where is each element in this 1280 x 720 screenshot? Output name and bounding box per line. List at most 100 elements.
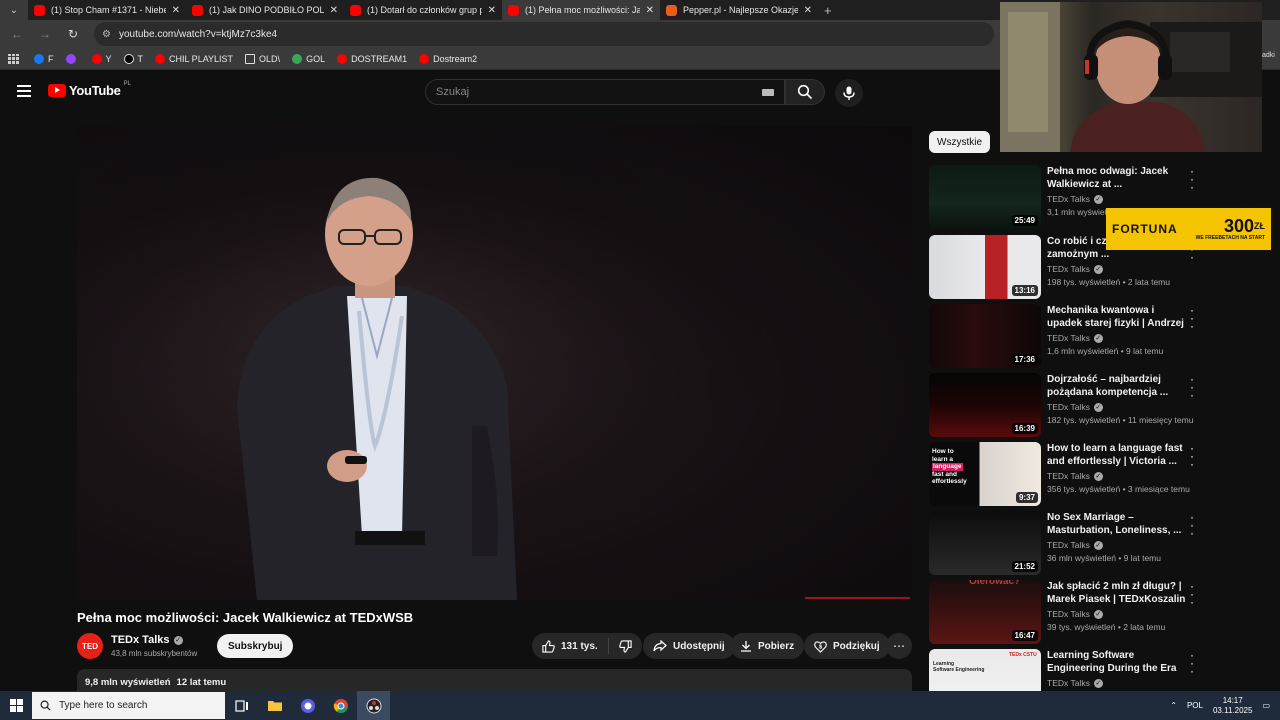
voice-search-button[interactable] — [835, 79, 863, 107]
recommended-video[interactable]: 17:36 Mechanika kwantowa i upadek starej … — [929, 304, 1199, 368]
ad-offer: 300ZŁ WE FREEBETACH NA START — [1196, 217, 1265, 241]
video-thumbnail[interactable]: Olerowac? 16:47 — [929, 580, 1041, 644]
bookmark-item[interactable]: Y — [91, 53, 112, 64]
thumbs-down-icon — [618, 639, 632, 653]
recommended-video-channel[interactable]: TEDx Talks ✓ — [1047, 333, 1103, 343]
recommended-video-channel[interactable]: TEDx Talks ✓ — [1047, 678, 1103, 688]
search-input[interactable] — [436, 86, 756, 98]
browser-tab[interactable]: Pepper.pl - Najlepsze Okazje, R ✕ — [660, 0, 818, 20]
more-vertical-icon[interactable]: ··· — [1187, 649, 1197, 677]
tab-close-icon[interactable]: ✕ — [646, 5, 654, 16]
bookmark-item[interactable]: T — [123, 53, 143, 64]
video-thumbnail[interactable]: 16:39 — [929, 373, 1041, 437]
reload-icon[interactable]: ↻ — [66, 27, 80, 41]
recommended-video-channel[interactable]: TEDx Talks ✓ — [1047, 609, 1103, 619]
recommended-video-title[interactable]: Learning Software Engineering During the… — [1047, 649, 1187, 675]
more-vertical-icon[interactable]: ··· — [1187, 373, 1197, 401]
recommended-video-channel[interactable]: TEDx Talks ✓ — [1047, 540, 1103, 550]
share-label: Udostępnij — [673, 640, 725, 652]
tab-title: (1) Pełna moc możliwości: Jacek — [525, 5, 640, 15]
tab-close-icon[interactable]: ✕ — [804, 5, 812, 16]
bookmark-label: F — [48, 53, 54, 64]
video-thumbnail[interactable]: 25:49 — [929, 165, 1041, 229]
recommended-video[interactable]: 21:52 No Sex Marriage – Masturbation, Lon… — [929, 511, 1199, 575]
bookmark-item[interactable] — [65, 53, 80, 64]
bookmark-item[interactable]: CHIL PLAYLIST — [155, 53, 233, 64]
recommended-video-title[interactable]: How to learn a language fast and effortl… — [1047, 442, 1187, 468]
recommended-video[interactable]: Olerowac? 16:47 Jak spłacić 2 mln zł długu… — [929, 580, 1199, 644]
recommended-video-title[interactable]: Jak spłacić 2 mln zł długu? | Marek Pias… — [1047, 580, 1187, 606]
recommended-channel-name: TEDx Talks — [1047, 264, 1090, 274]
bookmark-item[interactable]: OLD\ — [245, 53, 280, 64]
recommended-video-channel[interactable]: TEDx Talks ✓ — [1047, 471, 1103, 481]
recommended-video-channel[interactable]: TEDx Talks ✓ — [1047, 402, 1103, 412]
video-title: Pełna moc możliwości: Jacek Walkiewicz a… — [77, 610, 414, 625]
more-actions-button[interactable]: ⋯ — [886, 633, 912, 659]
video-player[interactable] — [77, 126, 912, 600]
search-icon — [797, 84, 813, 100]
more-vertical-icon[interactable]: ··· — [1187, 165, 1197, 193]
subscribe-button[interactable]: Subskrybuj — [217, 634, 294, 658]
apps-grid-icon[interactable] — [8, 53, 19, 64]
chat-app-icon[interactable] — [291, 691, 324, 720]
recommended-video-channel[interactable]: TEDx Talks ✓ — [1047, 194, 1103, 204]
recommended-video-channel[interactable]: TEDx Talks ✓ — [1047, 264, 1103, 274]
notifications-icon[interactable]: ▭ — [1262, 701, 1270, 710]
task-view-icon[interactable] — [225, 691, 258, 720]
recommended-video-title[interactable]: Pełna moc odwagi: Jacek Walkiewicz at ..… — [1047, 165, 1187, 191]
more-vertical-icon[interactable]: ··· — [1187, 511, 1197, 539]
back-arrow-icon[interactable]: ← — [10, 27, 24, 41]
browser-tab[interactable]: (1) Jak DINO PODBIŁO POLSKĘ ✕ — [186, 0, 344, 20]
recommended-video-title[interactable]: Mechanika kwantowa i upadek starej fizyk… — [1047, 304, 1187, 330]
browser-tab[interactable]: (1) Dotarł do członków grup pr ✕ — [344, 0, 502, 20]
taskbar-search[interactable]: Type here to search — [32, 692, 225, 719]
channel-avatar[interactable]: TED — [77, 633, 103, 659]
recommended-video-title[interactable]: Dojrzałość – najbardziej pożądana kompet… — [1047, 373, 1187, 399]
site-info-icon[interactable]: ⚙ — [102, 29, 111, 40]
video-thumbnail[interactable]: 17:36 — [929, 304, 1041, 368]
keyboard-icon[interactable] — [762, 89, 774, 96]
tray-chevron-up-icon[interactable]: ⌃ — [1170, 701, 1177, 710]
tab-close-icon[interactable]: ✕ — [172, 5, 180, 16]
tab-search-chevron-icon[interactable]: ⌄ — [0, 0, 28, 20]
bookmark-item[interactable]: F — [34, 53, 54, 64]
tab-close-icon[interactable]: ✕ — [330, 5, 338, 16]
browser-tab[interactable]: (1) Stop Cham #1371 - Niebezp ✕ — [28, 0, 186, 20]
hamburger-menu-icon[interactable] — [17, 85, 31, 97]
recommended-video-title[interactable]: No Sex Marriage – Masturbation, Loneline… — [1047, 511, 1187, 537]
chrome-icon[interactable] — [324, 691, 357, 720]
more-vertical-icon[interactable]: ··· — [1187, 304, 1197, 332]
bookmark-item[interactable]: DOSTREAM1 — [337, 53, 407, 64]
tab-close-icon[interactable]: ✕ — [488, 5, 496, 16]
start-button[interactable] — [0, 691, 32, 720]
language-indicator[interactable]: POL — [1187, 701, 1203, 710]
channel-name[interactable]: TEDx Talks ✓ — [111, 634, 183, 646]
bookmark-item[interactable]: GOL — [292, 53, 325, 64]
video-thumbnail[interactable]: 13:16 — [929, 235, 1041, 299]
recommended-video[interactable]: How to learn a language fast and effortlessl… — [929, 442, 1199, 506]
url-text: youtube.com/watch?v=ktjMz7c3ke4 — [118, 28, 278, 40]
filter-chip-all[interactable]: Wszystkie — [929, 131, 990, 153]
browser-tab[interactable]: (1) Pełna moc możliwości: Jacek ✕ — [502, 0, 660, 20]
bookmark-item[interactable]: Dostream2 — [419, 53, 477, 64]
new-tab-button[interactable]: + — [818, 3, 832, 18]
thanks-button[interactable]: $ Podziękuj — [804, 633, 890, 659]
video-thumbnail[interactable]: 21:52 — [929, 511, 1041, 575]
like-button[interactable]: 131 tys. — [532, 633, 608, 659]
clock[interactable]: 14:17 03.11.2025 — [1213, 696, 1252, 716]
more-vertical-icon[interactable]: ··· — [1187, 580, 1197, 608]
youtube-logo[interactable]: YouTube PL — [48, 81, 131, 98]
share-button[interactable]: Udostępnij — [643, 633, 735, 659]
recommended-video[interactable]: 16:39 Dojrzałość – najbardziej pożądana k… — [929, 373, 1199, 437]
video-thumbnail[interactable]: How to learn a language fast and effortlessl… — [929, 442, 1041, 506]
more-vertical-icon[interactable]: ··· — [1187, 442, 1197, 470]
file-explorer-icon[interactable] — [258, 691, 291, 720]
thanks-dollar-icon: $ — [814, 640, 827, 653]
search-button[interactable] — [785, 79, 825, 105]
download-button[interactable]: Pobierz — [730, 633, 805, 659]
forward-arrow-icon[interactable]: → — [38, 27, 52, 41]
dislike-button[interactable] — [609, 633, 642, 659]
address-bar[interactable]: ⚙ youtube.com/watch?v=ktjMz7c3ke4 — [94, 22, 994, 46]
obs-icon[interactable] — [357, 691, 390, 720]
channel-name-text[interactable]: TEDx Talks — [111, 634, 170, 646]
